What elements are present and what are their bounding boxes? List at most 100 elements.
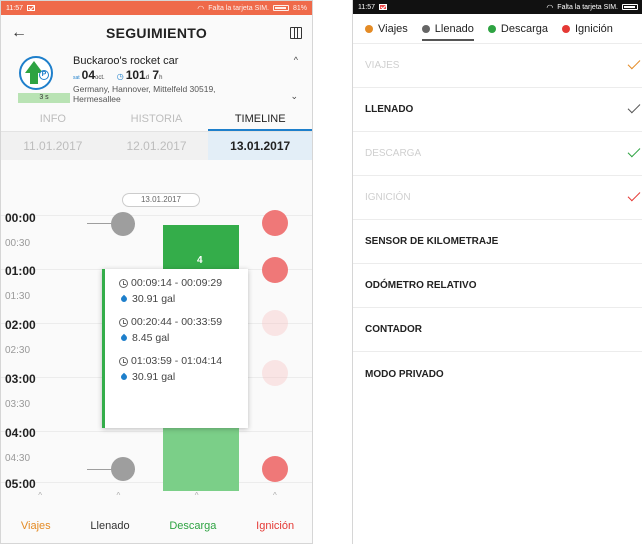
vehicle-name: Buckaroo's rocket car — [73, 55, 179, 67]
legend-item-llenado[interactable]: Llenado — [421, 23, 474, 41]
time-label: 03:30 — [5, 399, 31, 410]
setting-label: DESCARGA — [365, 148, 422, 159]
dot-icon — [421, 24, 430, 33]
tab-historia[interactable]: HISTORIA — [105, 106, 209, 131]
column-legend: Viajes Llenado Descarga Ignición — [1, 507, 312, 543]
check-icon — [627, 56, 641, 70]
ignicion-event-dot[interactable] — [262, 257, 288, 283]
vehicle-stats: sat 04oct. ◷ 101d 7h — [73, 68, 312, 82]
llenado-event-dot[interactable] — [111, 457, 135, 481]
setting-row-sensor-kilometraje[interactable]: SENSOR DE KILOMETRAJE — [353, 220, 642, 264]
time-label: 03:00 — [5, 372, 36, 386]
battery-icon — [272, 5, 289, 11]
setting-row-viajes[interactable]: VIAJES — [353, 44, 642, 88]
clock-icon — [119, 356, 128, 366]
ignicion-event-dot[interactable] — [262, 456, 288, 482]
descarga-count: 4 — [197, 255, 203, 266]
dot-icon — [365, 24, 373, 33]
time-label: 01:00 — [5, 264, 36, 278]
setting-row-modo-privado[interactable]: MODO PRIVADO — [353, 352, 642, 396]
legend-item-viajes[interactable]: Viajes — [365, 23, 408, 35]
legend-item-descarga[interactable]: Descarga — [487, 23, 548, 35]
time-label: 00:00 — [5, 211, 36, 225]
status-bar: 11:57 ◠ Falta la tarjeta SIM. — [353, 0, 642, 14]
wifi-icon: ◠ — [197, 3, 205, 13]
date-option[interactable]: 12.01.2017 — [105, 132, 209, 160]
chevron-up-icon[interactable]: ^ — [273, 491, 277, 503]
time-label: 04:30 — [5, 453, 31, 464]
timeline-screen: 11:57 ◠ Falta la tarjeta SIM. 81% ← SEGU… — [0, 0, 313, 544]
sim-status: Falta la tarjeta SIM. — [557, 3, 618, 11]
vehicle-address: Germany, Hannover, Mittelfeld 30519, Her… — [73, 84, 216, 104]
page-title: SEGUIMIENTO — [105, 25, 208, 41]
setting-row-odometro-relativo[interactable]: ODÓMETRO RELATIVO — [353, 264, 642, 308]
time-label: 02:30 — [5, 345, 31, 356]
status-bar: 11:57 ◠ Falta la tarjeta SIM. 81% — [1, 1, 312, 15]
legend-llenado[interactable]: Llenado — [90, 520, 129, 532]
chevron-up-icon[interactable]: ^ — [38, 491, 42, 503]
chevron-down-icon[interactable]: ⌄ — [290, 91, 298, 102]
legend-viajes[interactable]: Viajes — [21, 520, 51, 532]
setting-row-llenado[interactable]: LLENADO — [353, 88, 642, 132]
filter-settings-screen: 11:57 ◠ Falta la tarjeta SIM. Viajes Lle… — [352, 0, 642, 544]
tab-info[interactable]: INFO — [1, 106, 105, 131]
vehicle-seconds-badge: 3 s — [18, 93, 70, 103]
clock-icon — [119, 317, 128, 327]
back-arrow-icon[interactable]: ← — [11, 24, 27, 42]
setting-label: CONTADOR — [365, 324, 423, 335]
chevron-up-icon[interactable]: ^ — [294, 55, 298, 65]
map-icon[interactable] — [290, 27, 302, 39]
setting-label: MODO PRIVADO — [365, 368, 444, 380]
setting-label: IGNICIÓN — [365, 192, 411, 203]
sim-status: Falta la tarjeta SIM. — [208, 4, 269, 12]
setting-label: LLENADO — [365, 104, 414, 115]
tab-timeline[interactable]: TIMELINE — [208, 106, 312, 131]
popup-entry: 00:20:44 - 00:33:59 8.45 gal — [119, 316, 248, 344]
vehicle-card[interactable]: P 3 s Buckaroo's rocket car sat 04oct. ◷ 1… — [1, 51, 312, 106]
ignicion-event-dot[interactable] — [262, 310, 288, 336]
date-option[interactable]: 11.01.2017 — [1, 132, 105, 160]
dot-icon — [487, 24, 496, 33]
battery-icon — [622, 4, 638, 10]
fuel-drop-icon — [119, 294, 129, 304]
chevron-up-icon[interactable]: ^ — [116, 491, 120, 503]
ignicion-event-dot[interactable] — [262, 360, 288, 386]
legend-ignicion[interactable]: Ignición — [256, 520, 294, 532]
title-bar: ← SEGUIMIENTO — [1, 15, 312, 51]
legend-item-ignicion[interactable]: Ignición — [562, 23, 613, 35]
status-time: 11:57 — [358, 3, 375, 11]
vehicle-duration: ◷ 101d 7h — [116, 68, 163, 82]
vehicle-status-icon: P — [19, 56, 53, 90]
status-time: 11:57 — [6, 4, 23, 12]
date-pill: 13.01.2017 — [122, 193, 200, 207]
time-label: 05:00 — [5, 477, 36, 491]
date-option-selected[interactable]: 13.01.2017 — [208, 132, 312, 160]
legend-descarga[interactable]: Descarga — [169, 520, 216, 532]
wifi-icon: ◠ — [546, 2, 554, 12]
legend-bar: Viajes Llenado Descarga Ignición — [353, 14, 642, 44]
setting-label: ODÓMETRO RELATIVO — [365, 280, 477, 291]
column-scroll-chevrons: ^ ^ ^ ^ — [1, 491, 312, 503]
parking-icon: P — [39, 70, 49, 80]
setting-row-ignicion[interactable]: IGNICIÓN — [353, 176, 642, 220]
time-label: 04:00 — [5, 426, 36, 440]
mail-icon — [27, 5, 35, 11]
time-label: 02:00 — [5, 318, 36, 332]
llenado-event-dot[interactable] — [111, 212, 135, 236]
clock-icon — [119, 278, 128, 288]
check-icon — [627, 188, 641, 202]
chevron-up-icon[interactable]: ^ — [195, 491, 199, 503]
time-label: 01:30 — [5, 291, 31, 302]
popup-entry: 00:09:14 - 00:09:29 30.91 gal — [119, 277, 248, 305]
check-icon — [627, 144, 641, 158]
setting-label: VIAJES — [365, 60, 400, 71]
setting-row-contador[interactable]: CONTADOR — [353, 308, 642, 352]
fuel-drop-icon — [119, 333, 129, 343]
calendar-icon: sat — [73, 75, 80, 81]
event-popup: 00:09:14 - 00:09:29 30.91 gal 00:20:44 -… — [102, 269, 248, 428]
mail-icon — [379, 4, 387, 10]
setting-row-descarga[interactable]: DESCARGA — [353, 132, 642, 176]
ignicion-event-dot[interactable] — [262, 210, 288, 236]
setting-label: SENSOR DE KILOMETRAJE — [365, 236, 499, 247]
timeline-chart[interactable]: 13.01.2017 00:00 00:30 01:00 01:30 02:00… — [1, 190, 312, 491]
